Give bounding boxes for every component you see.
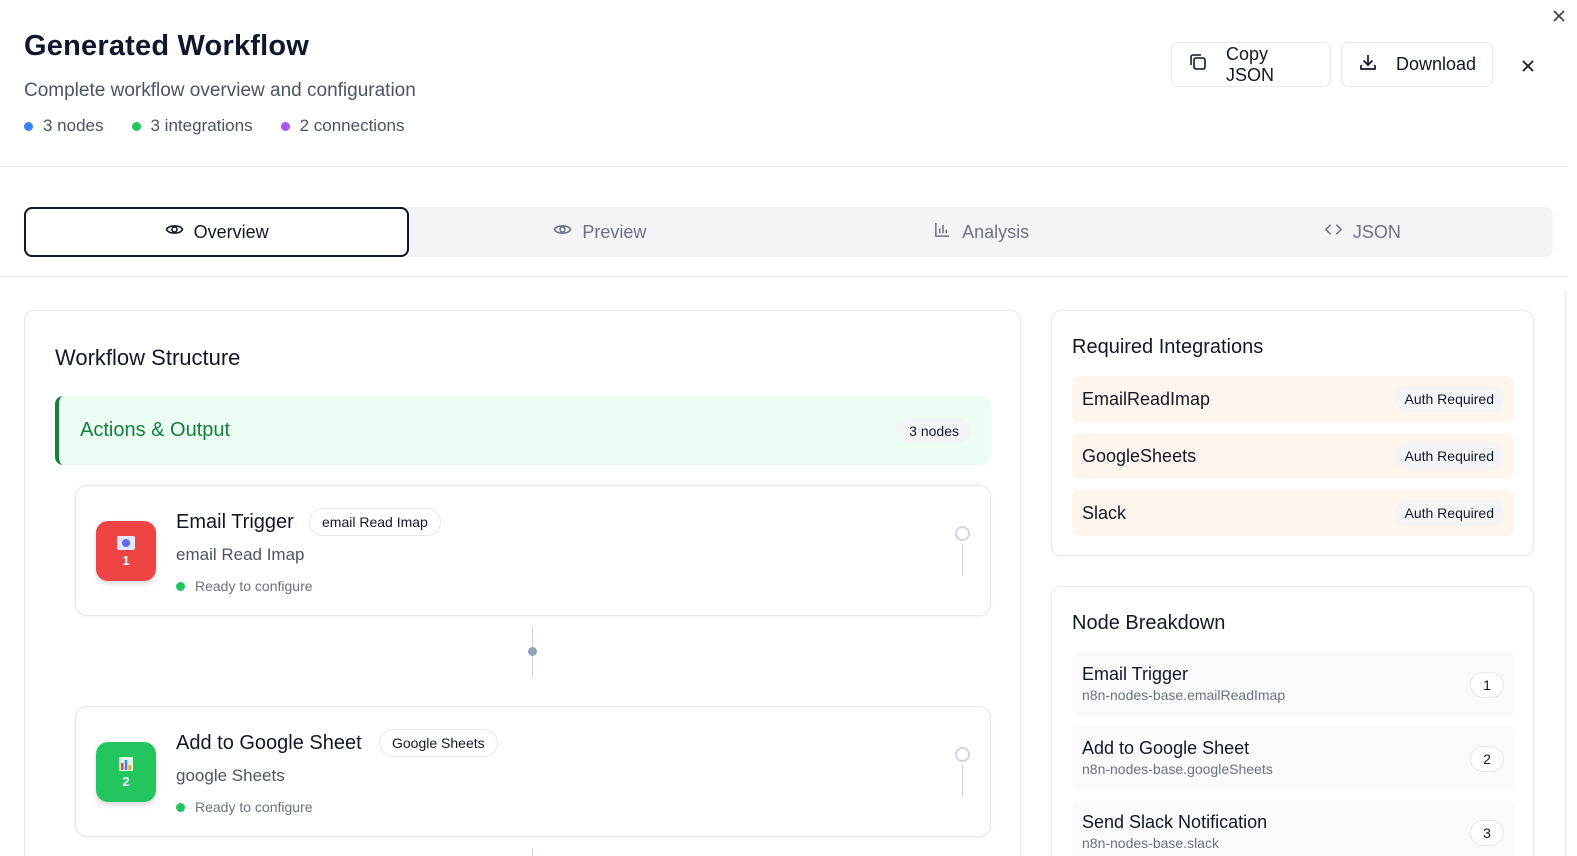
breakdown-name: Add to Google Sheet bbox=[1082, 738, 1250, 758]
integration-name: Slack bbox=[1082, 502, 1127, 523]
download-button[interactable]: Download bbox=[1341, 42, 1493, 87]
tab-label: JSON bbox=[1352, 221, 1401, 242]
integration-row: GoogleSheets Auth Required bbox=[1072, 433, 1514, 479]
stat-nodes: 3 nodes bbox=[24, 116, 104, 136]
breakdown-number-badge: 3 bbox=[1470, 820, 1504, 846]
tab-bar: Overview Preview Analysis JSON bbox=[24, 207, 1553, 257]
connector-line bbox=[532, 848, 533, 856]
breakdown-name: Send Slack Notification bbox=[1082, 812, 1268, 832]
breakdown-row[interactable]: Email Trigger n8n-nodes-base.emailReadIm… bbox=[1072, 652, 1514, 716]
integration-row: EmailReadImap Auth Required bbox=[1072, 376, 1514, 422]
node-status: Ready to configure bbox=[176, 799, 313, 815]
copy-json-label: Copy JSON bbox=[1226, 43, 1275, 85]
divider bbox=[0, 276, 1568, 277]
copy-icon bbox=[1188, 52, 1208, 77]
workflow-stats: 3 nodes 3 integrations 2 connections bbox=[24, 116, 404, 136]
connector-dot bbox=[528, 647, 537, 656]
node-title: Add to Google Sheet bbox=[176, 732, 362, 754]
status-label: Ready to configure bbox=[195, 578, 313, 594]
breakdown-name: Email Trigger bbox=[1082, 664, 1189, 684]
stat-label: 3 integrations bbox=[150, 116, 253, 135]
download-icon bbox=[1358, 52, 1378, 77]
integration-row: Slack Auth Required bbox=[1072, 490, 1514, 536]
workflow-structure-card: Workflow Structure Actions & Output 3 no… bbox=[24, 310, 1021, 856]
stat-label: 3 nodes bbox=[43, 116, 104, 135]
auth-badge: Auth Required bbox=[1394, 386, 1504, 412]
green-dot-icon bbox=[131, 121, 141, 131]
breakdown-type: n8n-nodes-base.emailReadImap bbox=[1082, 687, 1286, 703]
card-title: Node Breakdown bbox=[1072, 612, 1226, 634]
node-count-badge: 3 nodes bbox=[897, 418, 971, 443]
bar-chart-icon bbox=[933, 220, 952, 244]
tab-json[interactable]: JSON bbox=[1172, 207, 1553, 257]
email-icon: 1 bbox=[96, 521, 156, 581]
group-header[interactable]: Actions & Output 3 nodes bbox=[55, 396, 991, 465]
breakdown-type: n8n-nodes-base.googleSheets bbox=[1082, 761, 1273, 777]
node-card[interactable]: 1 Email Trigger email Read Imap email Re… bbox=[75, 485, 991, 616]
group-title: Actions & Output bbox=[80, 419, 231, 441]
node-number: 1 bbox=[122, 552, 130, 568]
page-subtitle: Complete workflow overview and configura… bbox=[24, 80, 416, 101]
blue-dot-icon bbox=[24, 121, 33, 131]
breakdown-row[interactable]: Send Slack Notification n8n-nodes-base.s… bbox=[1072, 800, 1514, 856]
status-label: Ready to configure bbox=[195, 799, 313, 815]
eye-icon bbox=[165, 220, 184, 244]
stat-connections: 2 connections bbox=[280, 116, 405, 136]
handle-line bbox=[962, 544, 963, 576]
node-subtitle: email Read Imap bbox=[176, 545, 305, 564]
eye-icon bbox=[553, 220, 572, 244]
node-subtitle: google Sheets bbox=[176, 766, 285, 785]
auth-badge: Auth Required bbox=[1394, 443, 1504, 469]
purple-dot-icon bbox=[280, 121, 290, 131]
download-label: Download bbox=[1396, 54, 1477, 74]
page-title: Generated Workflow bbox=[24, 30, 310, 62]
tab-label: Overview bbox=[193, 221, 269, 242]
node-card[interactable]: 2 Add to Google Sheet Google Sheets goog… bbox=[75, 706, 991, 837]
breakdown-number-badge: 2 bbox=[1470, 746, 1504, 772]
handle-line bbox=[962, 765, 963, 797]
breakdown-number-badge: 1 bbox=[1470, 672, 1504, 698]
tab-overview[interactable]: Overview bbox=[24, 207, 410, 257]
close-icon[interactable] bbox=[1518, 56, 1538, 76]
section-title: Workflow Structure bbox=[55, 345, 241, 370]
node-status: Ready to configure bbox=[176, 578, 313, 594]
tab-label: Analysis bbox=[962, 221, 1030, 242]
connection-handle[interactable] bbox=[955, 526, 970, 541]
stat-label: 2 connections bbox=[299, 116, 405, 135]
copy-json-button[interactable]: Copy JSON bbox=[1171, 42, 1331, 87]
code-icon bbox=[1324, 220, 1343, 244]
auth-badge: Auth Required bbox=[1394, 500, 1504, 526]
integration-name: EmailReadImap bbox=[1082, 388, 1211, 409]
tab-label: Preview bbox=[582, 221, 647, 242]
breakdown-type: n8n-nodes-base.slack bbox=[1082, 835, 1219, 851]
workflow-header: Generated Workflow Complete workflow ove… bbox=[0, 0, 1568, 167]
status-dot-icon bbox=[176, 802, 185, 812]
tab-preview[interactable]: Preview bbox=[409, 207, 790, 257]
connection-handle[interactable] bbox=[955, 747, 970, 762]
node-breakdown-card: Node Breakdown Email Trigger n8n-nodes-b… bbox=[1051, 586, 1534, 856]
node-type-tag: email Read Imap bbox=[309, 508, 441, 536]
sheets-icon: 2 bbox=[96, 742, 156, 802]
tab-analysis[interactable]: Analysis bbox=[791, 207, 1172, 257]
node-title: Email Trigger bbox=[176, 511, 294, 533]
scrollbar[interactable] bbox=[1564, 290, 1567, 856]
node-number: 2 bbox=[122, 773, 130, 789]
stat-integrations: 3 integrations bbox=[131, 116, 253, 136]
integration-name: GoogleSheets bbox=[1082, 445, 1197, 466]
status-dot-icon bbox=[176, 581, 185, 591]
required-integrations-card: Required Integrations EmailReadImap Auth… bbox=[1051, 310, 1534, 556]
node-type-tag: Google Sheets bbox=[379, 729, 498, 757]
card-title: Required Integrations bbox=[1072, 336, 1264, 358]
breakdown-row[interactable]: Add to Google Sheet n8n-nodes-base.googl… bbox=[1072, 726, 1514, 790]
